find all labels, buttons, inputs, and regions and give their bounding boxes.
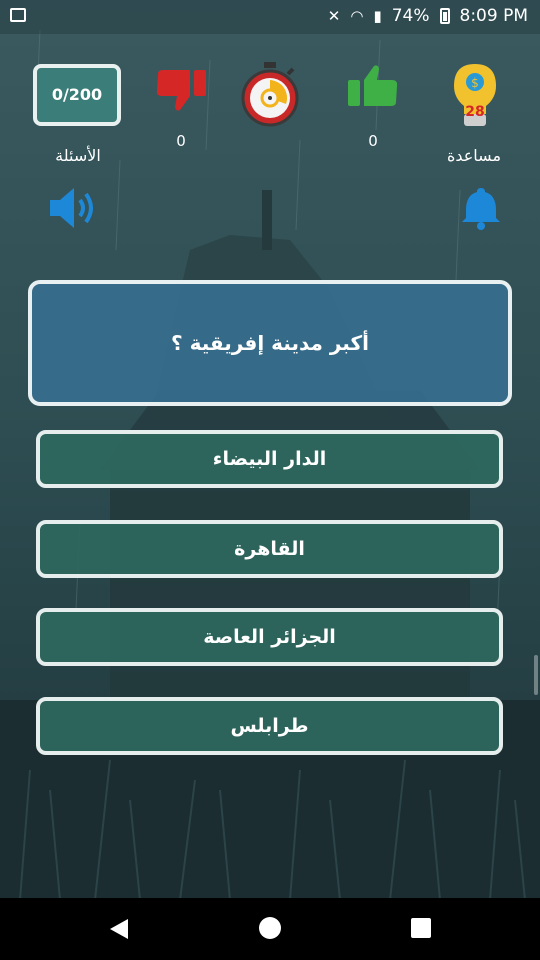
answer-button-3[interactable]: الجزائر العاصة	[36, 608, 503, 666]
battery-percent: 74%	[391, 6, 430, 26]
svg-text:$: $	[471, 76, 479, 90]
questions-label: الأسئلة	[55, 146, 101, 165]
clock: 8:09 PM	[459, 6, 529, 26]
answer-button-4[interactable]: طرابلس	[36, 697, 503, 755]
answer-label: طرابلس	[230, 715, 309, 737]
answer-label: الدار البيضاء	[212, 448, 327, 470]
gallery-notification-icon	[10, 8, 26, 22]
home-icon[interactable]	[259, 917, 281, 939]
answer-button-1[interactable]: الدار البيضاء	[36, 430, 503, 488]
question-text: أكبر مدينة إفريقية ؟	[171, 331, 369, 355]
wifi-icon: ◠	[350, 7, 364, 25]
back-icon[interactable]	[108, 918, 130, 940]
scroll-indicator	[534, 655, 538, 695]
speaker-icon[interactable]	[48, 186, 98, 230]
mute-icon: ✕	[327, 7, 341, 25]
thumbs-up-icon[interactable]	[346, 62, 400, 110]
question-card: أكبر مدينة إفريقية ؟	[28, 280, 512, 406]
answer-label: القاهرة	[234, 538, 305, 560]
thumbs-down-icon[interactable]	[154, 66, 208, 114]
signal-icon: ▮	[373, 7, 382, 25]
wrong-count: 0	[176, 132, 186, 150]
battery-icon	[439, 8, 450, 24]
timer-icon[interactable]	[240, 60, 300, 130]
correct-count: 0	[368, 132, 378, 150]
help-label[interactable]: مساعدة	[436, 146, 512, 165]
help-count: 28	[465, 104, 485, 120]
status-bar: ✕ ◠ ▮ 74% 8:09 PM	[0, 0, 540, 34]
answer-label: الجزائر العاصة	[203, 626, 336, 648]
questions-counter: 0/200	[33, 64, 121, 126]
bell-icon[interactable]	[460, 186, 502, 230]
recent-apps-icon[interactable]	[411, 918, 431, 938]
answer-button-2[interactable]: القاهرة	[36, 520, 503, 578]
navigation-bar	[0, 898, 540, 960]
